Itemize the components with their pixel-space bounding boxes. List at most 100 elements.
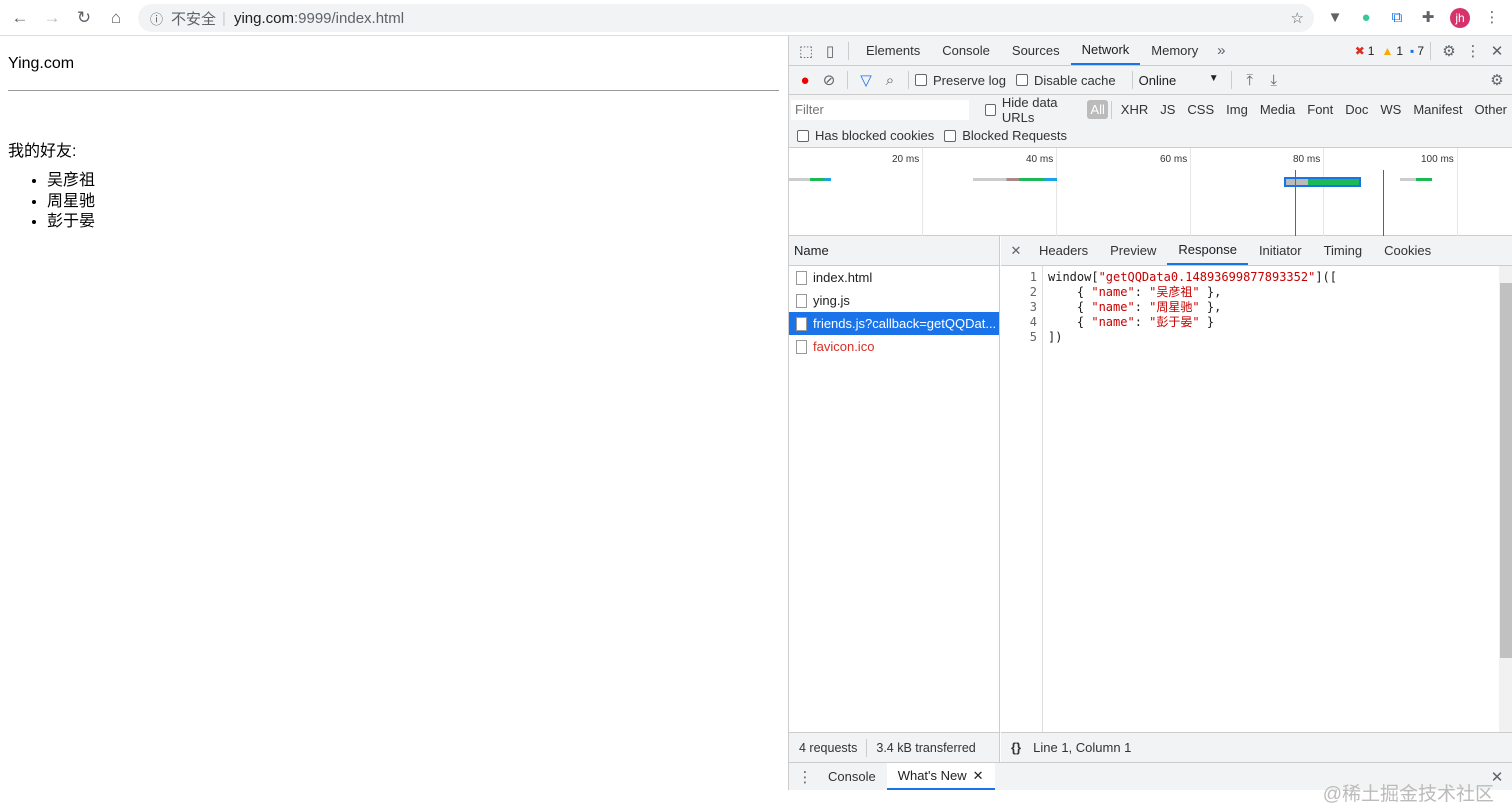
info-icon[interactable]: ⓘ bbox=[150, 9, 163, 28]
drawer-tab-console[interactable]: Console bbox=[817, 763, 887, 790]
bookmark-star-icon[interactable]: ☆ bbox=[1291, 9, 1304, 27]
friends-label: 我的好友: bbox=[8, 143, 77, 160]
url-host: ying.com bbox=[233, 9, 294, 27]
request-row[interactable]: index.html bbox=[789, 266, 999, 289]
export-har-icon[interactable]: ⤓ bbox=[1262, 72, 1286, 89]
request-row-selected[interactable]: friends.js?callback=getQQDat... bbox=[789, 312, 999, 335]
error-count[interactable]: 1 bbox=[1368, 44, 1375, 58]
tab-preview[interactable]: Preview bbox=[1099, 236, 1167, 265]
disable-cache-checkbox[interactable]: Disable cache bbox=[1015, 72, 1116, 88]
extension-translate-icon[interactable]: ⧉ bbox=[1387, 8, 1407, 28]
blocked-filter-row: Has blocked cookies Blocked Requests bbox=[789, 124, 1512, 148]
line-number: 2 bbox=[1029, 285, 1037, 299]
close-detail-icon[interactable]: ✕ bbox=[1004, 243, 1028, 259]
tab-sources[interactable]: Sources bbox=[1001, 36, 1071, 65]
throttle-select[interactable]: Online ▼ bbox=[1139, 73, 1219, 88]
disable-cache-label: Disable cache bbox=[1033, 72, 1116, 88]
close-tab-icon[interactable]: ✕ bbox=[973, 768, 984, 784]
drawer-tab-whats-new[interactable]: What's New ✕ bbox=[886, 763, 995, 790]
filter-type-css[interactable]: CSS bbox=[1181, 102, 1220, 117]
code-text: } bbox=[1199, 315, 1215, 329]
network-settings-icon[interactable]: ⚙ bbox=[1485, 71, 1509, 89]
file-icon bbox=[796, 293, 807, 308]
tab-cookies[interactable]: Cookies bbox=[1373, 236, 1442, 265]
filter-type-xhr[interactable]: XHR bbox=[1115, 102, 1154, 117]
device-toolbar-icon[interactable]: ▯ bbox=[818, 42, 842, 60]
settings-gear-icon[interactable]: ⚙ bbox=[1437, 42, 1461, 60]
code-string: "周星驰" bbox=[1149, 300, 1200, 314]
friend-item: 彭于晏 bbox=[47, 212, 780, 233]
browser-toolbar: ← → ↻ ⌂ ⓘ 不安全 | ying.com:9999/index.html… bbox=[0, 0, 1512, 36]
tab-elements[interactable]: Elements bbox=[855, 36, 931, 65]
forward-icon[interactable]: → bbox=[40, 6, 64, 30]
extension-circle-icon[interactable]: ● bbox=[1356, 8, 1376, 28]
load-line bbox=[1383, 170, 1384, 236]
tab-response[interactable]: Response bbox=[1167, 236, 1248, 265]
address-bar[interactable]: ⓘ 不安全 | ying.com:9999/index.html ☆ bbox=[138, 4, 1314, 32]
clear-icon[interactable]: ⊘ bbox=[817, 71, 841, 89]
tab-network[interactable]: Network bbox=[1070, 36, 1141, 65]
divider bbox=[8, 90, 779, 91]
code-text: }, bbox=[1199, 285, 1222, 299]
line-number: 4 bbox=[1029, 315, 1037, 329]
menu-icon[interactable]: ⋮ bbox=[1482, 8, 1502, 28]
tab-console[interactable]: Console bbox=[931, 36, 1001, 65]
filter-type-all[interactable]: All bbox=[1087, 100, 1108, 119]
filter-type-other[interactable]: Other bbox=[1468, 102, 1512, 117]
vertical-scrollbar[interactable] bbox=[1499, 266, 1512, 732]
timeline-overview[interactable]: 20 ms 40 ms 60 ms 80 ms 100 ms bbox=[789, 148, 1512, 236]
warning-count[interactable]: 1 bbox=[1396, 44, 1403, 58]
request-row[interactable]: ying.js bbox=[789, 289, 999, 312]
message-icon[interactable]: ▪ bbox=[1410, 44, 1414, 58]
extension-v-icon[interactable]: ▼ bbox=[1325, 8, 1345, 28]
friend-item: 周星驰 bbox=[47, 192, 780, 213]
tab-initiator[interactable]: Initiator bbox=[1248, 236, 1313, 265]
close-devtools-icon[interactable]: ✕ bbox=[1485, 42, 1509, 60]
response-code: window["getQQData0.14893699877893352"]([… bbox=[1048, 270, 1337, 345]
filter-type-img[interactable]: Img bbox=[1220, 102, 1254, 117]
filter-type-media[interactable]: Media bbox=[1254, 102, 1301, 117]
filter-input[interactable] bbox=[791, 99, 969, 120]
record-icon[interactable]: ● bbox=[793, 72, 817, 89]
filter-type-manifest[interactable]: Manifest bbox=[1407, 102, 1468, 117]
filter-type-doc[interactable]: Doc bbox=[1339, 102, 1374, 117]
avatar[interactable]: jh bbox=[1450, 8, 1470, 28]
request-row-failed[interactable]: favicon.ico bbox=[789, 335, 999, 358]
filter-type-js[interactable]: JS bbox=[1154, 102, 1181, 117]
filter-type-font[interactable]: Font bbox=[1301, 102, 1339, 117]
tab-timing[interactable]: Timing bbox=[1313, 236, 1374, 265]
preserve-log-checkbox[interactable]: Preserve log bbox=[915, 73, 1006, 88]
more-tabs-icon[interactable]: » bbox=[1209, 42, 1233, 59]
code-string: "getQQData0.14893699877893352" bbox=[1098, 270, 1316, 284]
pretty-print-icon[interactable]: {} bbox=[1011, 740, 1021, 755]
warning-icon[interactable]: ▲ bbox=[1381, 44, 1393, 58]
import-har-icon[interactable]: ⤒ bbox=[1238, 72, 1262, 89]
has-blocked-cookies-checkbox[interactable]: Has blocked cookies bbox=[797, 128, 934, 143]
tab-memory[interactable]: Memory bbox=[1140, 36, 1209, 65]
code-text: window[ bbox=[1048, 270, 1099, 284]
preserve-log-label: Preserve log bbox=[933, 72, 1006, 88]
name-column-header[interactable]: Name bbox=[789, 236, 999, 266]
message-count[interactable]: 7 bbox=[1417, 44, 1424, 58]
tab-headers[interactable]: Headers bbox=[1028, 236, 1099, 265]
home-icon[interactable]: ⌂ bbox=[104, 6, 128, 30]
extensions-puzzle-icon[interactable]: ✚ bbox=[1418, 8, 1438, 28]
inspect-icon[interactable]: ⬚ bbox=[794, 42, 818, 60]
hide-data-urls-checkbox[interactable]: Hide data URLs bbox=[985, 95, 1083, 125]
search-icon[interactable]: ⌕ bbox=[878, 72, 902, 89]
more-options-icon[interactable]: ⋮ bbox=[1461, 42, 1485, 60]
code-text: { bbox=[1048, 300, 1092, 314]
back-icon[interactable]: ← bbox=[8, 6, 32, 30]
file-icon bbox=[796, 339, 807, 354]
code-text: { bbox=[1048, 315, 1092, 329]
response-body[interactable]: 12345 window["getQQData0.148936998778933… bbox=[1001, 266, 1498, 762]
error-icon[interactable]: ✖ bbox=[1355, 44, 1365, 58]
line-numbers: 12345 bbox=[1001, 266, 1043, 762]
blocked-requests-checkbox[interactable]: Blocked Requests bbox=[944, 128, 1067, 143]
filter-icon[interactable]: ▽ bbox=[854, 71, 878, 89]
drawer-menu-icon[interactable]: ⋮ bbox=[793, 768, 817, 786]
code-line: ]) bbox=[1048, 330, 1337, 345]
detail-tabs: ✕ Headers Preview Response Initiator Tim… bbox=[1001, 236, 1512, 266]
reload-icon[interactable]: ↻ bbox=[72, 6, 96, 30]
filter-type-ws[interactable]: WS bbox=[1374, 102, 1407, 117]
